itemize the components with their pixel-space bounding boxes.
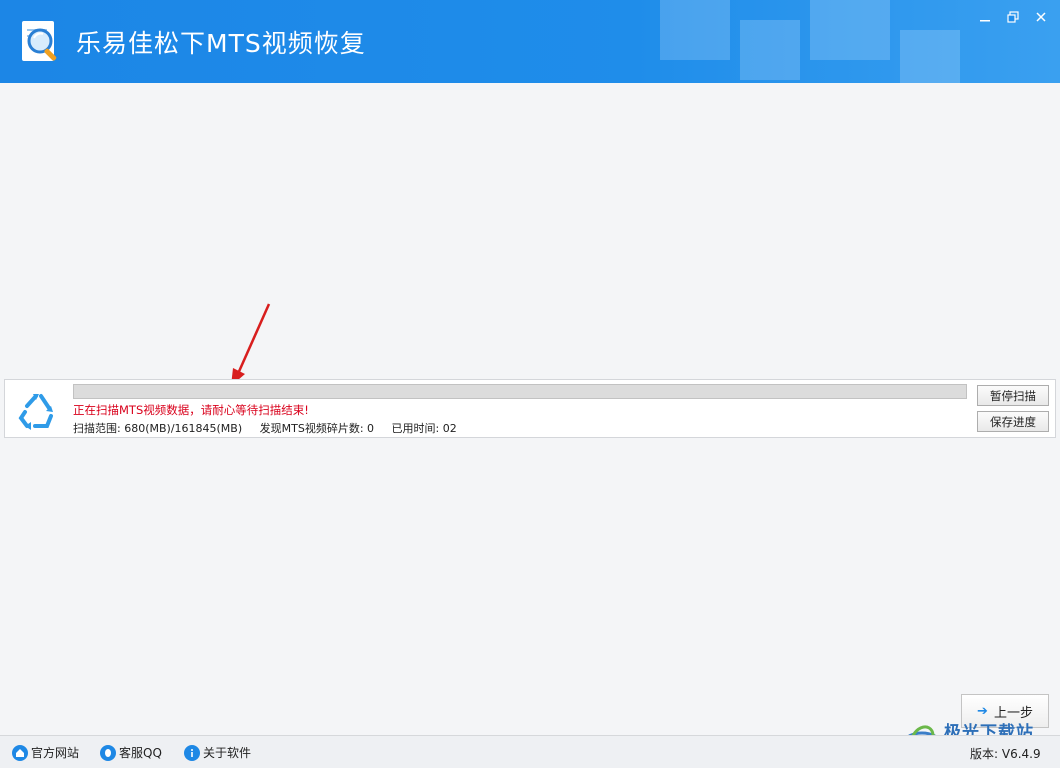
maximize-icon[interactable] <box>1002 8 1024 26</box>
elapsed-time: 已用时间: 02 <box>391 422 457 435</box>
app-title: 乐易佳松下MTS视频恢复 <box>76 29 366 58</box>
annotation-arrow <box>231 303 271 386</box>
home-icon <box>12 744 28 761</box>
version-label: 版本: V6.4.9 <box>970 747 1041 761</box>
back-button[interactable]: ➔ 上一步 <box>961 694 1049 728</box>
scan-progress-bar <box>73 384 967 399</box>
footer: 官方网站 客服QQ 关于软件 版本: V6.4.9 <box>0 735 1060 768</box>
back-button-label: 上一步 <box>993 705 1033 721</box>
pause-scan-button[interactable]: 暂停扫描 <box>977 385 1049 406</box>
about-software-label: 关于软件 <box>203 746 252 760</box>
about-software-link[interactable]: 关于软件 <box>184 744 251 761</box>
scan-stats: 扫描范围: 680(MB)/161845(MB) 发现MTS视频碎片数: 0 已… <box>73 420 471 436</box>
close-icon[interactable] <box>1030 8 1052 26</box>
title-bar-decoration <box>660 0 960 83</box>
found-fragments: 发现MTS视频碎片数: 0 <box>259 422 375 435</box>
scan-status-message: 正在扫描MTS视频数据，请耐心等待扫描结束! <box>73 403 309 417</box>
info-icon <box>184 744 200 761</box>
scan-range: 扫描范围: 680(MB)/161845(MB) <box>73 422 243 435</box>
title-bar: 乐易佳松下MTS视频恢复 <box>0 0 1060 83</box>
arrow-left-icon: ➔ <box>977 703 988 719</box>
recycle-arrows-icon <box>18 394 53 430</box>
official-site-label: 官方网站 <box>31 746 80 760</box>
magnifier-document-icon <box>22 21 57 61</box>
support-qq-label: 客服QQ <box>119 746 162 760</box>
official-site-link[interactable]: 官方网站 <box>12 744 79 761</box>
support-qq-link[interactable]: 客服QQ <box>100 744 162 761</box>
minimize-icon[interactable] <box>974 8 996 26</box>
scan-panel: 正在扫描MTS视频数据，请耐心等待扫描结束! 扫描范围: 680(MB)/161… <box>4 379 1056 438</box>
qq-penguin-icon <box>100 744 116 761</box>
save-progress-button[interactable]: 保存进度 <box>977 411 1049 432</box>
